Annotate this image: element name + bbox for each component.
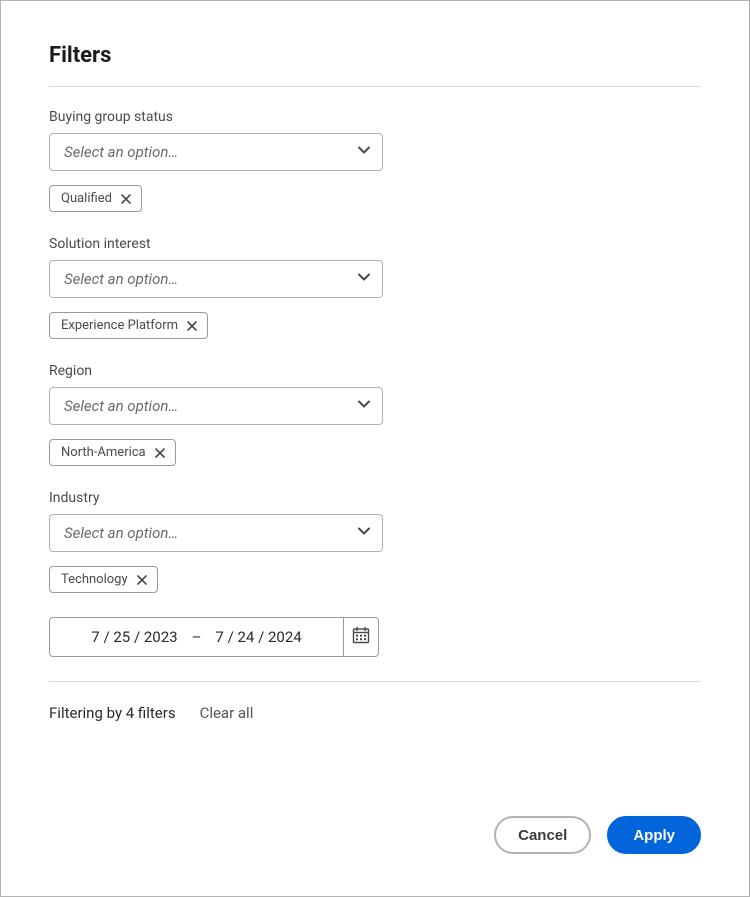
filter-group-solution-interest: Solution interest Select an option… Expe… xyxy=(49,236,701,339)
filter-label-industry: Industry xyxy=(49,490,701,506)
chevron-down-icon xyxy=(358,527,370,539)
filter-label-buying-group-status: Buying group status xyxy=(49,109,701,125)
close-icon[interactable] xyxy=(121,194,131,204)
close-icon[interactable] xyxy=(187,321,197,331)
cancel-button[interactable]: Cancel xyxy=(494,816,591,854)
tag-label: Experience Platform xyxy=(61,318,178,333)
filter-label-solution-interest: Solution interest xyxy=(49,236,701,252)
select-solution-interest[interactable]: Select an option… xyxy=(49,260,383,298)
date-start: 7 / 25 / 2023 xyxy=(91,628,177,646)
tag-label: Qualified xyxy=(61,191,112,206)
calendar-button[interactable] xyxy=(343,617,379,657)
apply-button[interactable]: Apply xyxy=(607,816,701,854)
filters-panel: Filters Buying group status Select an op… xyxy=(0,0,750,897)
filter-group-buying-group-status: Buying group status Select an option… Qu… xyxy=(49,109,701,212)
close-icon[interactable] xyxy=(137,575,147,585)
divider-top xyxy=(49,86,701,87)
calendar-icon xyxy=(352,626,370,648)
close-icon[interactable] xyxy=(155,448,165,458)
filter-summary-text: Filtering by 4 filters xyxy=(49,704,176,722)
select-region[interactable]: Select an option… xyxy=(49,387,383,425)
tag-qualified: Qualified xyxy=(49,185,142,212)
filter-group-industry: Industry Select an option… Technology xyxy=(49,490,701,593)
divider-bottom xyxy=(49,681,701,682)
filter-label-region: Region xyxy=(49,363,701,379)
tag-label: Technology xyxy=(61,572,128,587)
date-end: 7 / 24 / 2024 xyxy=(215,628,301,646)
chevron-down-icon xyxy=(358,400,370,412)
chevron-down-icon xyxy=(358,146,370,158)
select-buying-group-status[interactable]: Select an option… xyxy=(49,133,383,171)
chevron-down-icon xyxy=(358,273,370,285)
filter-group-region: Region Select an option… North-America xyxy=(49,363,701,466)
date-range: 7 / 25 / 2023 – 7 / 24 / 2024 xyxy=(49,617,379,657)
page-title: Filters xyxy=(49,43,701,68)
select-placeholder: Select an option… xyxy=(64,143,178,161)
tag-experience-platform: Experience Platform xyxy=(49,312,208,339)
clear-all-link[interactable]: Clear all xyxy=(200,704,254,722)
select-placeholder: Select an option… xyxy=(64,524,178,542)
footer: Cancel Apply xyxy=(49,816,701,854)
select-placeholder: Select an option… xyxy=(64,397,178,415)
date-separator: – xyxy=(192,628,202,646)
tag-label: North-America xyxy=(61,445,146,460)
select-placeholder: Select an option… xyxy=(64,270,178,288)
filter-summary-row: Filtering by 4 filters Clear all xyxy=(49,704,701,722)
date-range-input[interactable]: 7 / 25 / 2023 – 7 / 24 / 2024 xyxy=(49,617,343,657)
select-industry[interactable]: Select an option… xyxy=(49,514,383,552)
tag-technology: Technology xyxy=(49,566,158,593)
tag-north-america: North-America xyxy=(49,439,176,466)
